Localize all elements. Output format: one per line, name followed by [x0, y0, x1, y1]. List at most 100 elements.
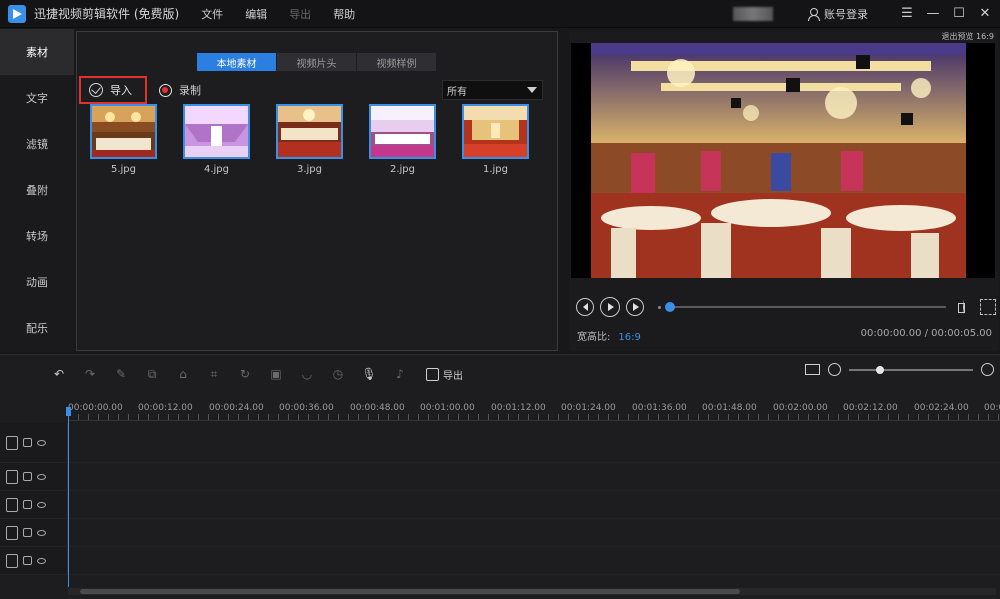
lock-icon[interactable] [23, 438, 32, 447]
nav-item-transition[interactable]: 转场 [0, 213, 74, 259]
nav-item-filter[interactable]: 滤镜 [0, 121, 74, 167]
eye-icon[interactable] [37, 473, 46, 480]
video-track-2-icon [6, 469, 18, 484]
zoom-knob[interactable] [876, 365, 884, 374]
tab-video-samples[interactable]: 视频样例 [357, 53, 437, 71]
aspect-ratio-label: 宽高比: [577, 332, 611, 343]
maximize-icon[interactable]: ☐ [948, 3, 970, 25]
rotate-icon[interactable]: ↻ [236, 367, 254, 381]
record-icon [159, 83, 172, 97]
next-frame-button[interactable] [626, 298, 644, 316]
eye-icon[interactable] [37, 557, 46, 564]
zoom-out-icon[interactable] [828, 363, 841, 376]
import-button[interactable]: 导入 [79, 76, 147, 104]
nav-item-music[interactable]: 配乐 [0, 305, 74, 351]
media-item[interactable]: 5.jpg [90, 104, 157, 175]
export-button[interactable]: 导出 [426, 367, 463, 382]
edit-icon[interactable]: ✎ [112, 367, 130, 381]
media-thumbnails: 5.jpg 4.jpg 3.jpg 2.jpg 1.jpg [90, 104, 529, 175]
thumbnail-image [462, 104, 529, 159]
lock-icon[interactable] [23, 472, 32, 481]
aspect-ratio[interactable]: 宽高比: 16:9 [577, 328, 641, 343]
app-title: 迅捷视频剪辑软件 (免费版) [34, 7, 180, 21]
preview-image [591, 43, 966, 278]
track-body[interactable] [68, 491, 1000, 518]
track-body[interactable] [68, 547, 1000, 574]
timeline-scrollbar[interactable] [68, 588, 996, 595]
nav-item-overlay[interactable]: 叠附 [0, 167, 74, 213]
lock-icon[interactable] [23, 556, 32, 565]
thumbnail-image [369, 104, 436, 159]
duration-icon[interactable]: ◷ [329, 367, 347, 381]
eye-icon[interactable] [37, 439, 46, 446]
media-item[interactable]: 1.jpg [462, 104, 529, 175]
record-button[interactable]: 录制 [159, 82, 201, 98]
lock-icon[interactable] [23, 528, 32, 537]
zoom-slider[interactable] [849, 365, 973, 374]
minimize-icon[interactable]: — [922, 3, 944, 25]
prev-frame-button[interactable] [576, 298, 594, 316]
export-icon [426, 367, 439, 381]
mic-track-icon [6, 553, 18, 568]
ruler-ticks [68, 414, 1000, 420]
eye-icon[interactable] [37, 529, 46, 536]
menu-edit[interactable]: 编辑 [245, 6, 267, 22]
login-button[interactable]: 账号登录 [807, 6, 868, 22]
nav-item-material[interactable]: 素材 [0, 29, 74, 75]
nav-item-animation[interactable]: 动画 [0, 259, 74, 305]
media-item[interactable]: 2.jpg [369, 104, 436, 175]
tab-local-media[interactable]: 本地素材 [197, 53, 277, 71]
preview-tag[interactable]: 退出预览 16:9 [941, 31, 994, 42]
fullscreen-icon[interactable] [980, 299, 996, 315]
playhead[interactable] [68, 411, 69, 587]
ruler-label: 00:00:12.00 [138, 403, 193, 413]
menu-icon[interactable]: ☰ [896, 3, 918, 25]
split-icon[interactable]: ⧉ [143, 367, 161, 381]
menu-help[interactable]: 帮助 [333, 6, 355, 22]
playback-controls [576, 296, 996, 318]
nav-item-text[interactable]: 文字 [0, 75, 74, 121]
media-item[interactable]: 4.jpg [183, 104, 250, 175]
mic-icon[interactable]: 🎙 [360, 367, 378, 381]
track-row [0, 547, 1000, 575]
play-button[interactable] [600, 297, 620, 317]
voice-change-icon[interactable]: ♪ [391, 367, 409, 381]
record-label: 录制 [179, 84, 201, 97]
zoom-in-icon[interactable] [981, 363, 994, 376]
mosaic-icon[interactable]: ▣ [267, 367, 285, 381]
thumbnail-label: 3.jpg [296, 164, 322, 175]
user-icon [807, 7, 820, 21]
preview-panel: 退出预览 16:9 宽高比: 16:9 00:00:00.00 / 00:00:… [570, 31, 998, 351]
track-body[interactable] [68, 423, 1000, 462]
import-icon [89, 83, 103, 97]
progress-slider[interactable] [665, 302, 946, 312]
track-body[interactable] [68, 463, 1000, 490]
track-header [0, 423, 68, 462]
export-label: 导出 [443, 370, 463, 382]
track-body[interactable] [68, 519, 1000, 546]
volume-icon[interactable] [956, 298, 974, 316]
eye-icon[interactable] [37, 501, 46, 508]
redo-icon[interactable]: ↷ [81, 367, 99, 381]
video-track-icon [6, 435, 18, 450]
menu-file[interactable]: 文件 [201, 6, 223, 22]
time-ruler[interactable]: 00:00:00.00 00:00:12.00 00:00:24.00 00:0… [68, 397, 1000, 421]
speed-icon[interactable]: ◡ [298, 367, 316, 381]
thumbnail-image [276, 104, 343, 159]
undo-icon[interactable]: ↶ [50, 367, 68, 381]
tab-video-intro[interactable]: 视频片头 [277, 53, 357, 71]
close-icon[interactable]: ✕ [974, 3, 996, 25]
media-item[interactable]: 3.jpg [276, 104, 343, 175]
scrollbar-thumb[interactable] [80, 589, 740, 594]
ruler-label: 00:01:00.00 [420, 403, 475, 413]
thumbnail-label: 2.jpg [389, 164, 415, 175]
fit-icon[interactable] [805, 364, 820, 375]
delete-icon[interactable]: ⌂ [174, 367, 192, 381]
ruler-label: 00:0 [984, 403, 1000, 413]
crop-icon[interactable]: ⌗ [205, 367, 223, 381]
media-filter-select[interactable]: 所有 [442, 80, 543, 100]
music-track-icon [6, 525, 18, 540]
ruler-label: 00:02:00.00 [773, 403, 828, 413]
lock-icon[interactable] [23, 500, 32, 509]
progress-knob[interactable] [665, 302, 675, 312]
